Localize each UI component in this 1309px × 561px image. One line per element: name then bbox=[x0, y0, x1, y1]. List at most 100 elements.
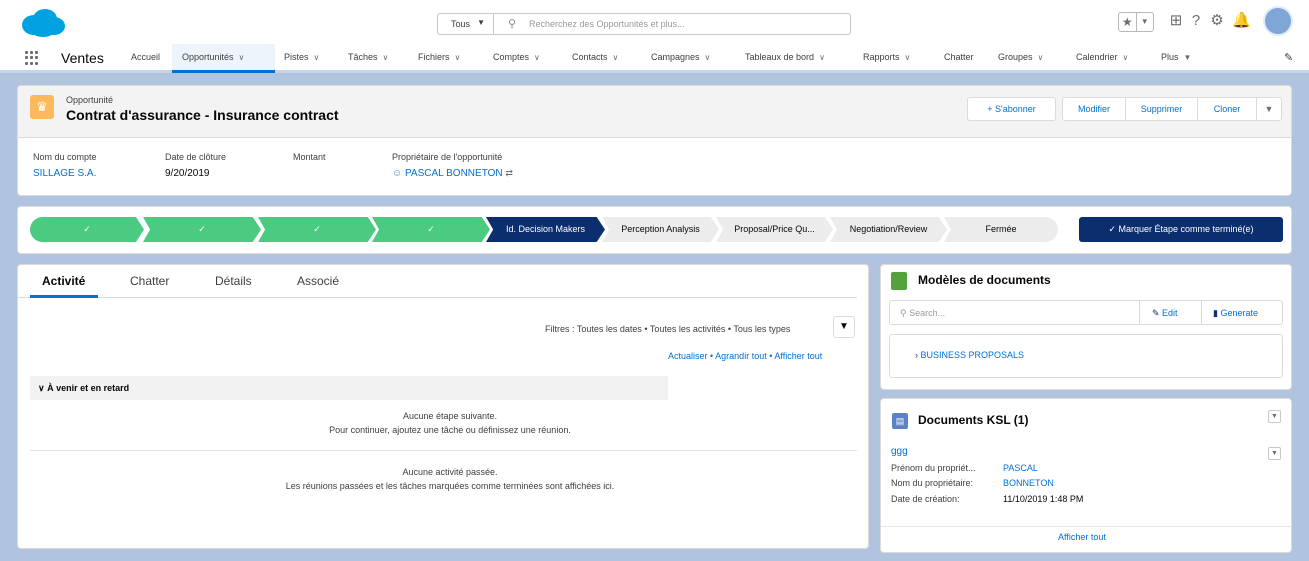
ksl-doc-link[interactable]: ggg bbox=[891, 446, 908, 457]
nav-item-calendrier[interactable]: Calendrier ∨ bbox=[1076, 52, 1128, 62]
chevron-down-icon[interactable]: ∨ bbox=[314, 53, 320, 62]
close-date-value: 9/20/2019 bbox=[165, 168, 210, 179]
search-icon: ⚲ bbox=[900, 308, 910, 318]
star-icon: ★ bbox=[1121, 15, 1133, 29]
chevron-down-icon: ▼ bbox=[1135, 13, 1154, 31]
path-stage-completed-1[interactable]: ✓ bbox=[30, 217, 144, 242]
subscribe-button[interactable]: + S'abonner bbox=[967, 97, 1056, 121]
divider bbox=[881, 526, 1291, 527]
favorites-button[interactable]: ★ ▼ bbox=[1118, 12, 1154, 32]
nav-item-chatter[interactable]: Chatter bbox=[944, 52, 974, 62]
chevron-down-icon[interactable]: ∨ bbox=[239, 53, 245, 62]
nav-item-fichiers[interactable]: Fichiers ∨ bbox=[418, 52, 460, 62]
document-template-icon bbox=[891, 272, 907, 290]
chevron-down-icon[interactable]: ∨ bbox=[819, 53, 825, 62]
upcoming-overdue-section[interactable]: ∨ À venir et en retard bbox=[30, 376, 668, 400]
edit-button[interactable]: Modifier bbox=[1062, 97, 1126, 121]
nav-item-pistes[interactable]: Pistes ∨ bbox=[284, 52, 319, 62]
nav-item-plus[interactable]: Plus ▼ bbox=[1161, 52, 1191, 62]
add-icon[interactable]: ⊞ bbox=[1167, 12, 1185, 30]
path-stage-completed-4[interactable]: ✓ bbox=[372, 217, 490, 242]
tab-activite[interactable]: Activité bbox=[42, 274, 85, 288]
caret-down-icon[interactable]: ▼ bbox=[1184, 53, 1192, 62]
setup-gear-icon[interactable]: ⚙ bbox=[1208, 12, 1226, 30]
nav-item-campagnes[interactable]: Campagnes ∨ bbox=[651, 52, 710, 62]
show-all-link[interactable]: Afficher tout bbox=[1058, 532, 1106, 542]
help-icon[interactable]: ? bbox=[1187, 12, 1205, 30]
templates-title: Modèles de documents bbox=[918, 273, 1051, 287]
delete-button[interactable]: Supprimer bbox=[1125, 97, 1198, 121]
card-menu-chevron-down-icon[interactable]: ▼ bbox=[1268, 410, 1281, 423]
opportunity-crown-icon: ♛ bbox=[30, 95, 54, 119]
salesforce-logo[interactable] bbox=[20, 8, 66, 38]
chevron-down-icon[interactable]: ∨ bbox=[705, 53, 711, 62]
nav-item-taches[interactable]: Tâches ∨ bbox=[348, 52, 388, 62]
ksl-title: Documents KSL (1) bbox=[918, 413, 1029, 427]
ksl-first-name-value[interactable]: PASCAL bbox=[1003, 463, 1038, 473]
close-date-label: Date de clôture bbox=[165, 152, 227, 162]
owner-field: ☺ PASCAL BONNETON ⇄ bbox=[392, 168, 513, 179]
nav-item-contacts[interactable]: Contacts ∨ bbox=[572, 52, 618, 62]
more-actions-chevron-down-icon[interactable]: ▼ bbox=[1256, 97, 1282, 121]
tab-details[interactable]: Détails bbox=[215, 274, 252, 288]
path-stage-negotiation[interactable]: Negotiation/Review bbox=[830, 217, 947, 242]
global-search-input[interactable]: ⚲ Recherchez des Opportunités et plus... bbox=[494, 13, 851, 35]
clone-button[interactable]: Cloner bbox=[1197, 97, 1257, 121]
app-launcher-icon[interactable] bbox=[25, 51, 39, 65]
user-icon: ☺ bbox=[392, 168, 403, 179]
chevron-down-icon[interactable]: ∨ bbox=[905, 53, 911, 62]
templates-search-input[interactable]: ⚲ Search... ✎ Edit ▮ Generate bbox=[889, 300, 1283, 325]
active-tab-indicator bbox=[30, 295, 98, 298]
user-avatar[interactable] bbox=[1263, 6, 1293, 36]
tab-divider bbox=[18, 297, 857, 298]
ksl-last-name-label: Nom du propriétaire: bbox=[891, 478, 974, 488]
activity-actions-links[interactable]: Actualiser • Agrandir tout • Afficher to… bbox=[668, 351, 822, 361]
nav-item-opportunites[interactable]: Opportunités ∨ bbox=[182, 52, 244, 62]
nav-item-rapports[interactable]: Rapports ∨ bbox=[863, 52, 910, 62]
nav-item-accueil[interactable]: Accueil bbox=[131, 52, 160, 62]
no-past-activity-message: Aucune activité passée. Les réunions pas… bbox=[285, 467, 615, 491]
change-owner-icon[interactable]: ⇄ bbox=[505, 168, 513, 178]
account-link[interactable]: SILLAGE S.A. bbox=[33, 168, 96, 179]
nav-item-tableaux-de-bord[interactable]: Tableaux de bord ∨ bbox=[745, 52, 825, 62]
template-edit-button[interactable]: ✎ Edit bbox=[1152, 308, 1178, 319]
owner-label: Propriétaire de l'opportunité bbox=[392, 152, 503, 162]
path-stage-closed[interactable]: Fermée bbox=[944, 217, 1058, 242]
owner-link[interactable]: PASCAL BONNETON bbox=[405, 168, 503, 179]
edit-nav-pencil-icon[interactable]: ✎ bbox=[1284, 51, 1293, 64]
chevron-down-icon[interactable]: ∨ bbox=[38, 383, 47, 393]
no-next-steps-message: Aucune étape suivante. Pour continuer, a… bbox=[329, 411, 571, 435]
ksl-created-label: Date de création: bbox=[891, 494, 960, 504]
pencil-icon: ✎ bbox=[1152, 308, 1163, 318]
nav-item-groupes[interactable]: Groupes ∨ bbox=[998, 52, 1043, 62]
chevron-down-icon[interactable]: ∨ bbox=[534, 53, 540, 62]
mark-stage-complete-button[interactable]: ✓ Marquer Étape comme terminé(e) bbox=[1079, 217, 1283, 242]
chevron-down-icon[interactable]: ∨ bbox=[383, 53, 389, 62]
account-label: Nom du compte bbox=[33, 152, 97, 162]
object-label: Opportunité bbox=[66, 95, 114, 105]
path-stage-proposal[interactable]: Proposal/Price Qu... bbox=[716, 217, 833, 242]
notifications-bell-icon[interactable]: 🔔 bbox=[1232, 12, 1251, 30]
search-scope-select[interactable]: Tous ▼ bbox=[437, 13, 494, 35]
chevron-down-icon[interactable]: ∨ bbox=[455, 53, 461, 62]
filter-funnel-icon[interactable]: ▼ bbox=[833, 316, 855, 338]
tab-chatter[interactable]: Chatter bbox=[130, 274, 169, 288]
path-stage-completed-2[interactable]: ✓ bbox=[143, 217, 261, 242]
tab-associe[interactable]: Associé bbox=[297, 274, 339, 288]
amount-label: Montant bbox=[293, 152, 326, 162]
ksl-last-name-value[interactable]: BONNETON bbox=[1003, 478, 1054, 488]
template-folder-business-proposals[interactable]: › BUSINESS PROPOSALS bbox=[915, 350, 1024, 360]
path-stage-current[interactable]: Id. Decision Makers bbox=[486, 217, 605, 242]
divider bbox=[30, 450, 857, 451]
template-generate-button[interactable]: ▮ Generate bbox=[1213, 308, 1258, 319]
nav-item-comptes[interactable]: Comptes ∨ bbox=[493, 52, 540, 62]
chevron-down-icon[interactable]: ∨ bbox=[613, 53, 619, 62]
ksl-first-name-label: Prénom du propriét... bbox=[891, 463, 976, 473]
path-stage-perception-analysis[interactable]: Perception Analysis bbox=[602, 217, 719, 242]
chevron-down-icon[interactable]: ∨ bbox=[1038, 53, 1044, 62]
activity-card bbox=[17, 264, 869, 549]
row-menu-chevron-down-icon[interactable]: ▼ bbox=[1268, 447, 1281, 460]
chevron-down-icon[interactable]: ∨ bbox=[1123, 53, 1129, 62]
caret-down-icon: ▼ bbox=[477, 18, 485, 27]
path-stage-completed-3[interactable]: ✓ bbox=[258, 217, 376, 242]
